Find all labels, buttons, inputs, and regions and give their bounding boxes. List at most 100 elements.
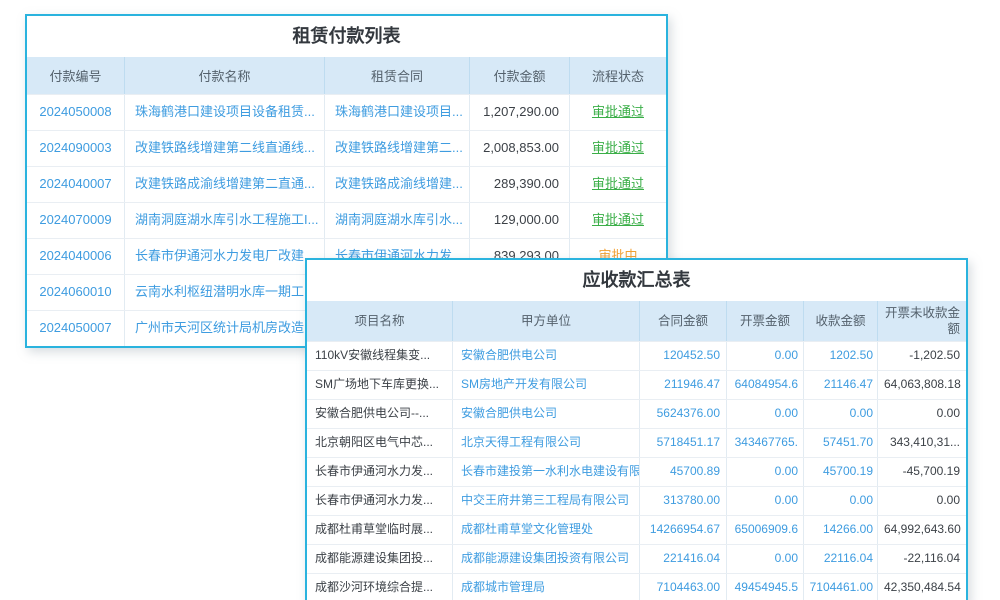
column-header-lease-contract: 租赁合同 xyxy=(324,57,469,94)
receivables-table-header: 项目名称 甲方单位 合同金额 开票金额 收款金额 开票未收款金额 xyxy=(307,301,966,341)
invoiced-amount: 0.00 xyxy=(726,400,803,428)
project-name: 110kV安徽线程集变... xyxy=(307,342,452,370)
column-header-received-amount: 收款金额 xyxy=(803,301,877,341)
table-row[interactable]: 长春市伊通河水力发... 长春市建投第一水利水电建设有限 45700.89 0.… xyxy=(307,457,966,486)
party-a-link[interactable]: 成都杜甫草堂文化管理处 xyxy=(452,516,639,544)
invoiced-unreceived-amount: 64,992,643.60 xyxy=(877,516,966,544)
payment-id-link[interactable]: 2024050008 xyxy=(27,95,124,130)
payment-amount: 289,390.00 xyxy=(469,167,569,202)
contract-amount: 120452.50 xyxy=(639,342,726,370)
table-row[interactable]: 2024070009 湖南洞庭湖水库引水工程施工I... 湖南洞庭湖水库引水..… xyxy=(27,202,666,238)
received-amount: 1202.50 xyxy=(803,342,877,370)
party-a-link[interactable]: 成都城市管理局 xyxy=(452,574,639,600)
invoiced-unreceived-amount: 343,410,31... xyxy=(877,429,966,457)
table-row[interactable]: 北京朝阳区电气中芯... 北京天得工程有限公司 5718451.17 34346… xyxy=(307,428,966,457)
column-header-contract-amount: 合同金额 xyxy=(639,301,726,341)
payment-name-link[interactable]: 长春市伊通河水力发电厂改建... xyxy=(124,239,324,274)
payment-id-link[interactable]: 2024050007 xyxy=(27,311,124,346)
project-name: 北京朝阳区电气中芯... xyxy=(307,429,452,457)
invoiced-unreceived-amount: -45,700.19 xyxy=(877,458,966,486)
received-amount: 22116.04 xyxy=(803,545,877,573)
invoiced-amount: 0.00 xyxy=(726,342,803,370)
lease-table-title: 租赁付款列表 xyxy=(27,16,666,57)
invoiced-unreceived-amount: 64,063,808.18 xyxy=(877,371,966,399)
payment-amount: 129,000.00 xyxy=(469,203,569,238)
contract-amount: 5718451.17 xyxy=(639,429,726,457)
table-row[interactable]: 安徽合肥供电公司--... 安徽合肥供电公司 5624376.00 0.00 0… xyxy=(307,399,966,428)
table-row[interactable]: 成都沙河环境综合提... 成都城市管理局 7104463.00 49454945… xyxy=(307,573,966,600)
payment-id-link[interactable]: 2024040006 xyxy=(27,239,124,274)
project-name: SM广场地下车库更换... xyxy=(307,371,452,399)
lease-contract-link[interactable]: 改建铁路线增建第二... xyxy=(324,131,469,166)
receivables-table-body: 110kV安徽线程集变... 安徽合肥供电公司 120452.50 0.00 1… xyxy=(307,341,966,600)
payment-name-link[interactable]: 珠海鹤港口建设项目设备租赁... xyxy=(124,95,324,130)
party-a-link[interactable]: 中交王府井第三工程局有限公司 xyxy=(452,487,639,515)
contract-amount: 14266954.67 xyxy=(639,516,726,544)
party-a-link[interactable]: 长春市建投第一水利水电建设有限 xyxy=(452,458,639,486)
status-link[interactable]: 审批通过 xyxy=(569,95,666,130)
project-name: 长春市伊通河水力发... xyxy=(307,487,452,515)
invoiced-amount: 49454945.5 xyxy=(726,574,803,600)
party-a-link[interactable]: 成都能源建设集团投资有限公司 xyxy=(452,545,639,573)
contract-amount: 221416.04 xyxy=(639,545,726,573)
column-header-payment-name: 付款名称 xyxy=(124,57,324,94)
table-row[interactable]: 2024090003 改建铁路线增建第二线直通线... 改建铁路线增建第二...… xyxy=(27,130,666,166)
payment-name-link[interactable]: 云南水利枢纽潜明水库一期工... xyxy=(124,275,324,310)
column-header-payment-id: 付款编号 xyxy=(27,57,124,94)
received-amount: 45700.19 xyxy=(803,458,877,486)
table-row[interactable]: 110kV安徽线程集变... 安徽合肥供电公司 120452.50 0.00 1… xyxy=(307,341,966,370)
party-a-link[interactable]: 北京天得工程有限公司 xyxy=(452,429,639,457)
status-link[interactable]: 审批通过 xyxy=(569,203,666,238)
project-name: 成都杜甫草堂临时展... xyxy=(307,516,452,544)
payment-id-link[interactable]: 2024040007 xyxy=(27,167,124,202)
table-row[interactable]: 2024040007 改建铁路成渝线增建第二直通... 改建铁路成渝线增建...… xyxy=(27,166,666,202)
lease-contract-link[interactable]: 湖南洞庭湖水库引水... xyxy=(324,203,469,238)
status-link[interactable]: 审批通过 xyxy=(569,167,666,202)
project-name: 成都能源建设集团投... xyxy=(307,545,452,573)
party-a-link[interactable]: SM房地产开发有限公司 xyxy=(452,371,639,399)
table-row[interactable]: 成都能源建设集团投... 成都能源建设集团投资有限公司 221416.04 0.… xyxy=(307,544,966,573)
status-link[interactable]: 审批通过 xyxy=(569,131,666,166)
project-name: 成都沙河环境综合提... xyxy=(307,574,452,600)
table-row[interactable]: 长春市伊通河水力发... 中交王府井第三工程局有限公司 313780.00 0.… xyxy=(307,486,966,515)
column-header-payment-amount: 付款金额 xyxy=(469,57,569,94)
table-row[interactable]: 2024050008 珠海鹤港口建设项目设备租赁... 珠海鹤港口建设项目...… xyxy=(27,94,666,130)
payment-name-link[interactable]: 改建铁路成渝线增建第二直通... xyxy=(124,167,324,202)
column-header-workflow-status: 流程状态 xyxy=(569,57,666,94)
contract-amount: 211946.47 xyxy=(639,371,726,399)
payment-id-link[interactable]: 2024090003 xyxy=(27,131,124,166)
invoiced-unreceived-amount: 42,350,484.54 xyxy=(877,574,966,600)
payment-name-link[interactable]: 广州市天河区统计局机房改造... xyxy=(124,311,324,346)
invoiced-amount: 0.00 xyxy=(726,487,803,515)
invoiced-unreceived-amount: 0.00 xyxy=(877,487,966,515)
payment-amount: 2,008,853.00 xyxy=(469,131,569,166)
project-name: 安徽合肥供电公司--... xyxy=(307,400,452,428)
contract-amount: 7104463.00 xyxy=(639,574,726,600)
invoiced-amount: 0.00 xyxy=(726,458,803,486)
invoiced-amount: 64084954.6 xyxy=(726,371,803,399)
column-header-project-name: 项目名称 xyxy=(307,301,452,341)
column-header-invoiced-amount: 开票金额 xyxy=(726,301,803,341)
invoiced-amount: 65006909.6 xyxy=(726,516,803,544)
payment-id-link[interactable]: 2024070009 xyxy=(27,203,124,238)
contract-amount: 313780.00 xyxy=(639,487,726,515)
invoiced-amount: 0.00 xyxy=(726,545,803,573)
receivables-table-title: 应收款汇总表 xyxy=(307,260,966,301)
table-row[interactable]: 成都杜甫草堂临时展... 成都杜甫草堂文化管理处 14266954.67 650… xyxy=(307,515,966,544)
party-a-link[interactable]: 安徽合肥供电公司 xyxy=(452,342,639,370)
payment-id-link[interactable]: 2024060010 xyxy=(27,275,124,310)
contract-amount: 5624376.00 xyxy=(639,400,726,428)
invoiced-unreceived-amount: 0.00 xyxy=(877,400,966,428)
payment-name-link[interactable]: 改建铁路线增建第二线直通线... xyxy=(124,131,324,166)
received-amount: 0.00 xyxy=(803,487,877,515)
lease-contract-link[interactable]: 珠海鹤港口建设项目... xyxy=(324,95,469,130)
column-header-invoiced-unreceived-amount: 开票未收款金额 xyxy=(877,301,966,341)
party-a-link[interactable]: 安徽合肥供电公司 xyxy=(452,400,639,428)
payment-name-link[interactable]: 湖南洞庭湖水库引水工程施工I... xyxy=(124,203,324,238)
payment-amount: 1,207,290.00 xyxy=(469,95,569,130)
receivables-summary-table-card: 应收款汇总表 项目名称 甲方单位 合同金额 开票金额 收款金额 开票未收款金额 … xyxy=(305,258,968,600)
lease-contract-link[interactable]: 改建铁路成渝线增建... xyxy=(324,167,469,202)
column-header-party-a: 甲方单位 xyxy=(452,301,639,341)
table-row[interactable]: SM广场地下车库更换... SM房地产开发有限公司 211946.47 6408… xyxy=(307,370,966,399)
page: 租赁付款列表 付款编号 付款名称 租赁合同 付款金额 流程状态 20240500… xyxy=(0,0,1000,600)
